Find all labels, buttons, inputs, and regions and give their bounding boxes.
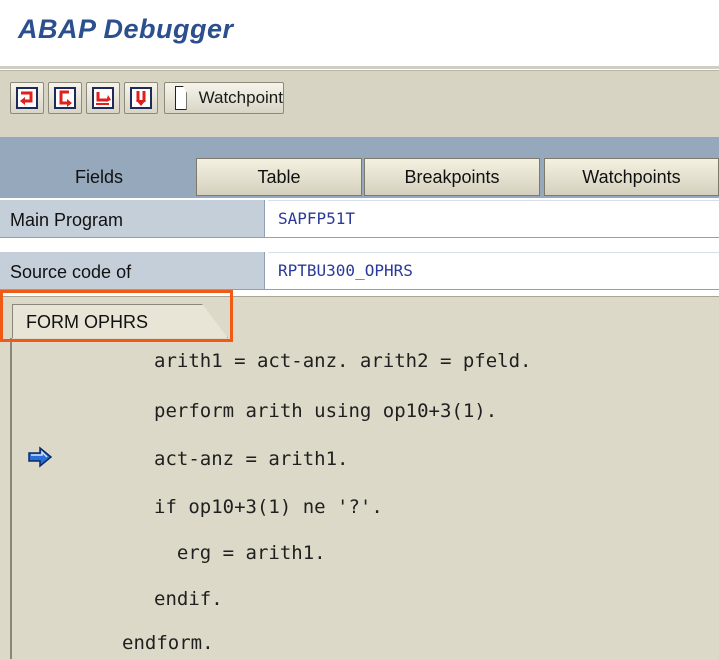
title-divider xyxy=(0,66,719,69)
single-step-button[interactable] xyxy=(10,82,44,114)
tab-fields[interactable]: Fields xyxy=(8,158,190,196)
editor-left-border xyxy=(10,338,12,659)
return-icon xyxy=(92,87,114,109)
main-program-field[interactable]: SAPFP51T xyxy=(268,200,719,237)
source-code-field[interactable]: RPTBU300_OPHRS xyxy=(268,252,719,289)
continue-icon xyxy=(130,87,152,109)
code-line: endif. xyxy=(154,588,223,610)
code-line: perform arith using op10+3(1). xyxy=(154,400,498,422)
watchpoint-label: Watchpoint xyxy=(198,88,283,107)
return-button[interactable] xyxy=(86,82,120,114)
tab-table[interactable]: Table xyxy=(196,158,362,196)
tab-watchpoints[interactable]: Watchpoints xyxy=(544,158,719,196)
tab-breakpoints[interactable]: Breakpoints xyxy=(364,158,540,196)
main-program-row: Main Program SAPFP51T xyxy=(0,200,719,238)
source-code-row: Source code of RPTBU300_OPHRS xyxy=(0,252,719,290)
source-code-label: Source code of xyxy=(0,252,265,289)
execute-button[interactable] xyxy=(48,82,82,114)
watchpoint-button[interactable]: Watchpoint xyxy=(164,82,284,114)
continue-button[interactable] xyxy=(124,82,158,114)
app-title: ABAP Debugger xyxy=(18,14,234,44)
code-line: erg = arith1. xyxy=(154,542,326,564)
current-line-arrow-icon xyxy=(28,446,68,468)
page-icon xyxy=(175,86,187,110)
toolbar: Watchpoint xyxy=(0,70,719,138)
code-line: arith1 = act-anz. arith2 = pfeld. xyxy=(154,350,532,372)
code-line: if op10+3(1) ne '?'. xyxy=(154,496,383,518)
code-line-current: act-anz = arith1. xyxy=(154,448,349,470)
highlight-box xyxy=(0,290,233,342)
code-line: endform. xyxy=(122,632,214,654)
single-step-icon xyxy=(16,87,38,109)
execute-icon xyxy=(54,87,76,109)
main-program-label: Main Program xyxy=(0,200,265,237)
